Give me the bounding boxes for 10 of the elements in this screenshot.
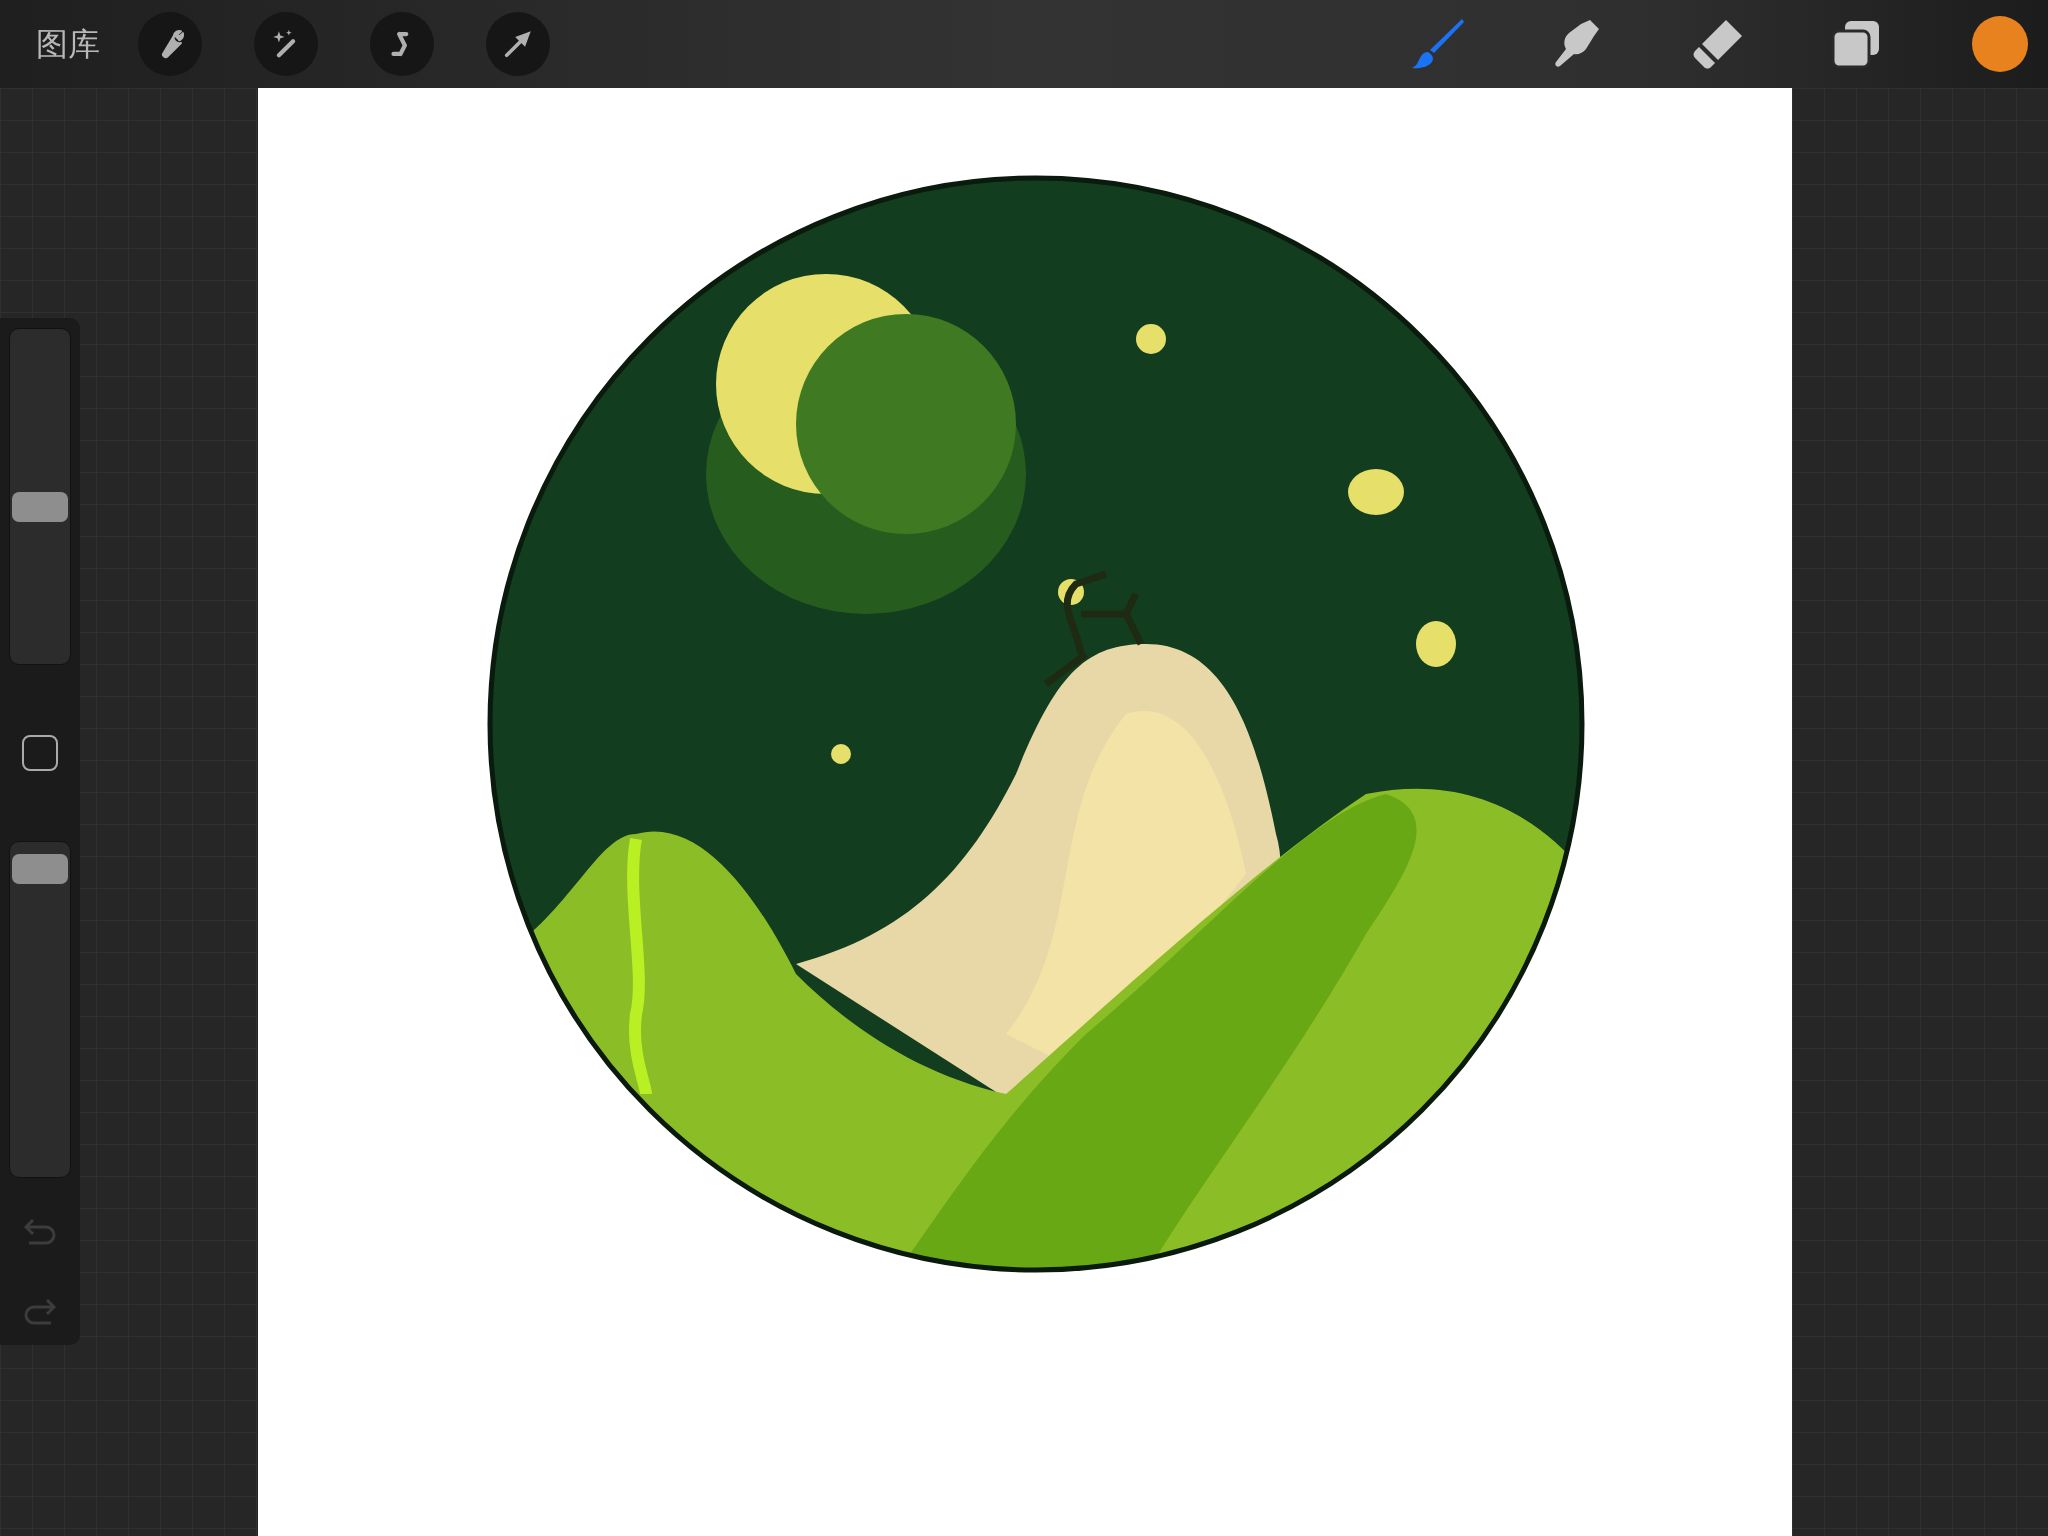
slider-track[interactable]	[9, 841, 71, 1178]
layers-icon	[1831, 19, 1881, 69]
slider-thumb[interactable]	[12, 491, 68, 522]
undo-icon	[23, 1218, 57, 1248]
redo-icon	[23, 1298, 57, 1328]
eyedropper-button[interactable]	[22, 735, 58, 771]
gallery-button[interactable]: 图库	[36, 20, 100, 68]
slider-track[interactable]	[9, 328, 71, 665]
color-swatch[interactable]	[1972, 16, 2028, 72]
slider-thumb[interactable]	[12, 854, 68, 885]
